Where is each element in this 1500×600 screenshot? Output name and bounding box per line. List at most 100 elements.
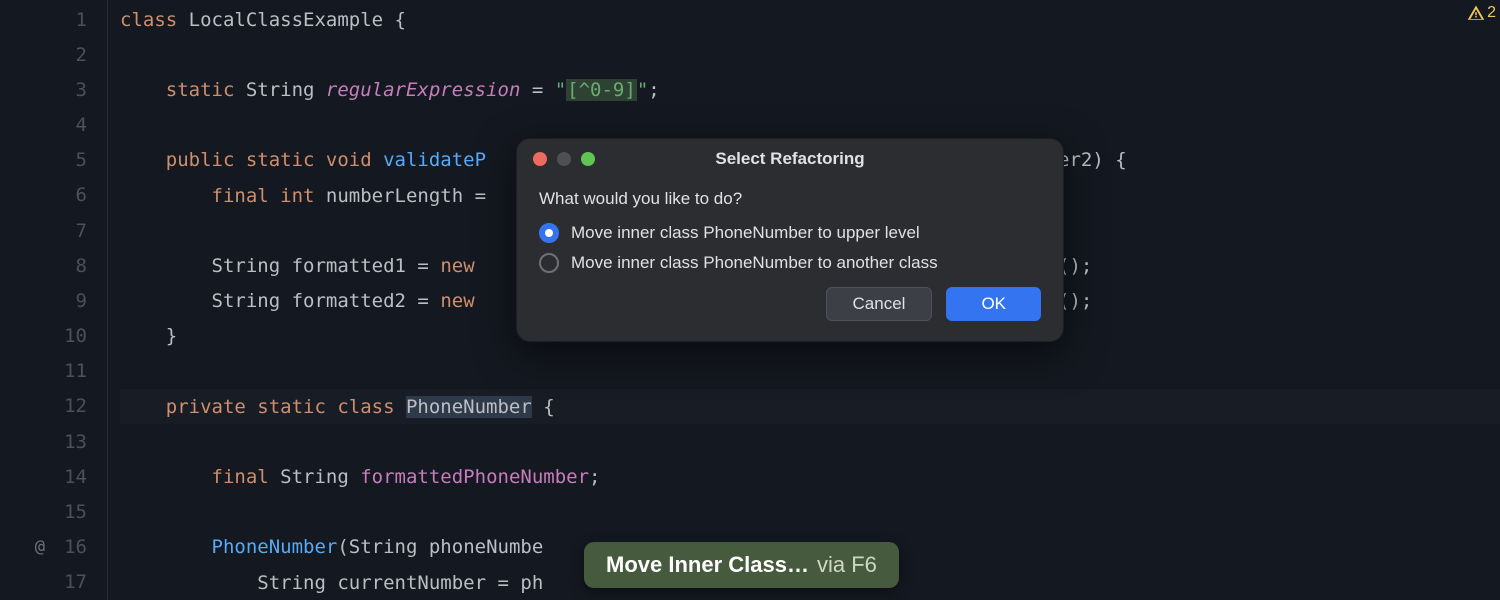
code-token <box>120 466 212 488</box>
code-token <box>120 290 212 312</box>
line-number: 2 <box>76 44 87 66</box>
gutter-row: 1 <box>0 2 107 37</box>
code-token: static <box>166 79 246 101</box>
code-token: formatted2 <box>292 290 406 312</box>
gutter-row: 13 <box>0 424 107 459</box>
gutter-row: 7 <box>0 213 107 248</box>
code-token <box>120 572 257 594</box>
code-token: LocalClassExample <box>189 9 383 31</box>
code-token: = <box>406 255 440 277</box>
override-icon[interactable]: @ <box>35 537 45 557</box>
dialog-body: What would you like to do? Move inner cl… <box>517 179 1063 341</box>
code-token: String <box>212 290 292 312</box>
code-token: new <box>440 255 474 277</box>
code-token: String <box>212 255 292 277</box>
line-number: 4 <box>76 114 87 136</box>
code-line[interactable] <box>120 37 1500 72</box>
code-token <box>120 255 212 277</box>
code-line[interactable]: final String formattedPhoneNumber; <box>120 459 1500 494</box>
code-token: String <box>246 79 326 101</box>
warning-badge[interactable]: 2 <box>1467 4 1496 22</box>
gutter-row: 12 <box>0 389 107 424</box>
gutter-row: 9 <box>0 283 107 318</box>
code-line[interactable]: private static class PhoneNumber { <box>120 389 1500 424</box>
refactoring-option[interactable]: Move inner class PhoneNumber to upper le… <box>539 223 1041 243</box>
dialog-titlebar: Select Refactoring <box>517 139 1063 179</box>
code-token: " <box>555 79 566 101</box>
code-token <box>120 536 212 558</box>
line-number: 16 <box>64 536 87 558</box>
gutter-row: 16 @ <box>0 530 107 565</box>
ok-button[interactable]: OK <box>946 287 1041 321</box>
code-token: class <box>120 9 189 31</box>
dialog-title: Select Refactoring <box>517 149 1063 169</box>
code-token: (String phoneNumbe <box>337 536 543 558</box>
code-token: PhoneNumber <box>406 396 532 418</box>
gutter-row: 15 <box>0 494 107 529</box>
code-token: { <box>532 396 555 418</box>
window-controls <box>533 152 595 166</box>
code-line[interactable] <box>120 354 1500 389</box>
line-number: 3 <box>76 79 87 101</box>
line-number: 8 <box>76 255 87 277</box>
gutter-row: 6 <box>0 178 107 213</box>
line-number: 12 <box>64 395 87 417</box>
code-token: String currentNumber = ph <box>257 572 543 594</box>
code-token: new <box>440 290 474 312</box>
gutter-row: 10 <box>0 319 107 354</box>
gutter-row: 3 <box>0 72 107 107</box>
radio-icon[interactable] <box>539 253 559 273</box>
code-token: formatted1 <box>292 255 406 277</box>
warning-count: 2 <box>1487 4 1496 22</box>
code-token: PhoneNumber <box>212 536 338 558</box>
line-number: 15 <box>64 501 87 523</box>
gutter-row: 2 <box>0 37 107 72</box>
code-line[interactable] <box>120 424 1500 459</box>
code-line[interactable]: static String regularExpression = "[^0-9… <box>120 72 1500 107</box>
code-token: public static void <box>166 149 383 171</box>
close-icon[interactable] <box>533 152 547 166</box>
code-token: validateP <box>383 149 486 171</box>
toast-action-name: Move Inner Class… <box>606 552 809 578</box>
code-token: String <box>280 466 360 488</box>
gutter: 12345678910111213141516@17 <box>0 0 108 600</box>
code-line[interactable]: class LocalClassExample { <box>120 2 1500 37</box>
dialog-prompt: What would you like to do? <box>539 189 1041 209</box>
line-number: 11 <box>64 360 87 382</box>
line-number: 7 <box>76 220 87 242</box>
code-token: numberLength = <box>326 185 486 207</box>
code-token: = <box>406 290 440 312</box>
radio-label: Move inner class PhoneNumber to upper le… <box>571 223 920 243</box>
gutter-row: 14 <box>0 459 107 494</box>
code-token: ; <box>589 466 600 488</box>
line-number: 1 <box>76 9 87 31</box>
code-token: [^0-9] <box>566 79 637 101</box>
code-token <box>120 79 166 101</box>
code-token: { <box>383 9 406 31</box>
code-token <box>120 149 166 171</box>
line-number: 6 <box>76 184 87 206</box>
zoom-icon[interactable] <box>581 152 595 166</box>
gutter-row: 11 <box>0 354 107 389</box>
code-token: formattedPhoneNumber <box>360 466 589 488</box>
code-token <box>120 185 212 207</box>
dialog-actions: Cancel OK <box>539 287 1041 321</box>
code-token: } <box>120 325 177 347</box>
gutter-row: 5 <box>0 143 107 178</box>
refactoring-dialog: Select Refactoring What would you like t… <box>516 138 1064 342</box>
toast-shortcut: via F6 <box>817 552 877 578</box>
cancel-button[interactable]: Cancel <box>826 287 933 321</box>
line-number: 9 <box>76 290 87 312</box>
line-number: 17 <box>64 571 87 593</box>
radio-label: Move inner class PhoneNumber to another … <box>571 253 938 273</box>
code-token: " <box>637 79 648 101</box>
gutter-row: 17 <box>0 565 107 600</box>
code-line[interactable] <box>120 495 1500 530</box>
code-token: private static class <box>166 396 406 418</box>
refactoring-option[interactable]: Move inner class PhoneNumber to another … <box>539 253 1041 273</box>
code-token: = <box>520 79 554 101</box>
gutter-row: 8 <box>0 248 107 283</box>
radio-icon[interactable] <box>539 223 559 243</box>
line-number: 10 <box>64 325 87 347</box>
line-number: 14 <box>64 466 87 488</box>
